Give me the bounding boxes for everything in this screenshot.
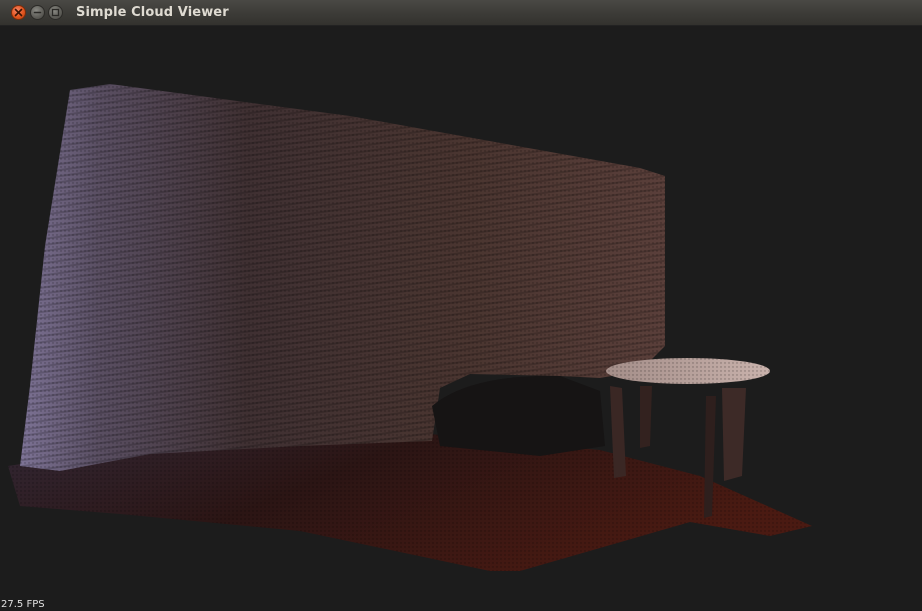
close-icon (14, 8, 23, 17)
title-bar[interactable]: Simple Cloud Viewer (0, 0, 922, 26)
point-cloud-viewport[interactable]: 27.5 FPS (0, 26, 922, 611)
minimize-button[interactable] (30, 5, 45, 20)
app-window: Simple Cloud Viewer 27.5 FPS (0, 0, 922, 611)
fps-counter: 27.5 FPS (1, 599, 45, 610)
close-button[interactable] (11, 5, 26, 20)
point-cloud-render (8, 84, 812, 571)
occlusion-shadow (432, 375, 605, 456)
window-title: Simple Cloud Viewer (76, 5, 229, 20)
maximize-button[interactable] (48, 5, 63, 20)
maximize-icon (51, 8, 60, 17)
minimize-icon (33, 11, 42, 14)
